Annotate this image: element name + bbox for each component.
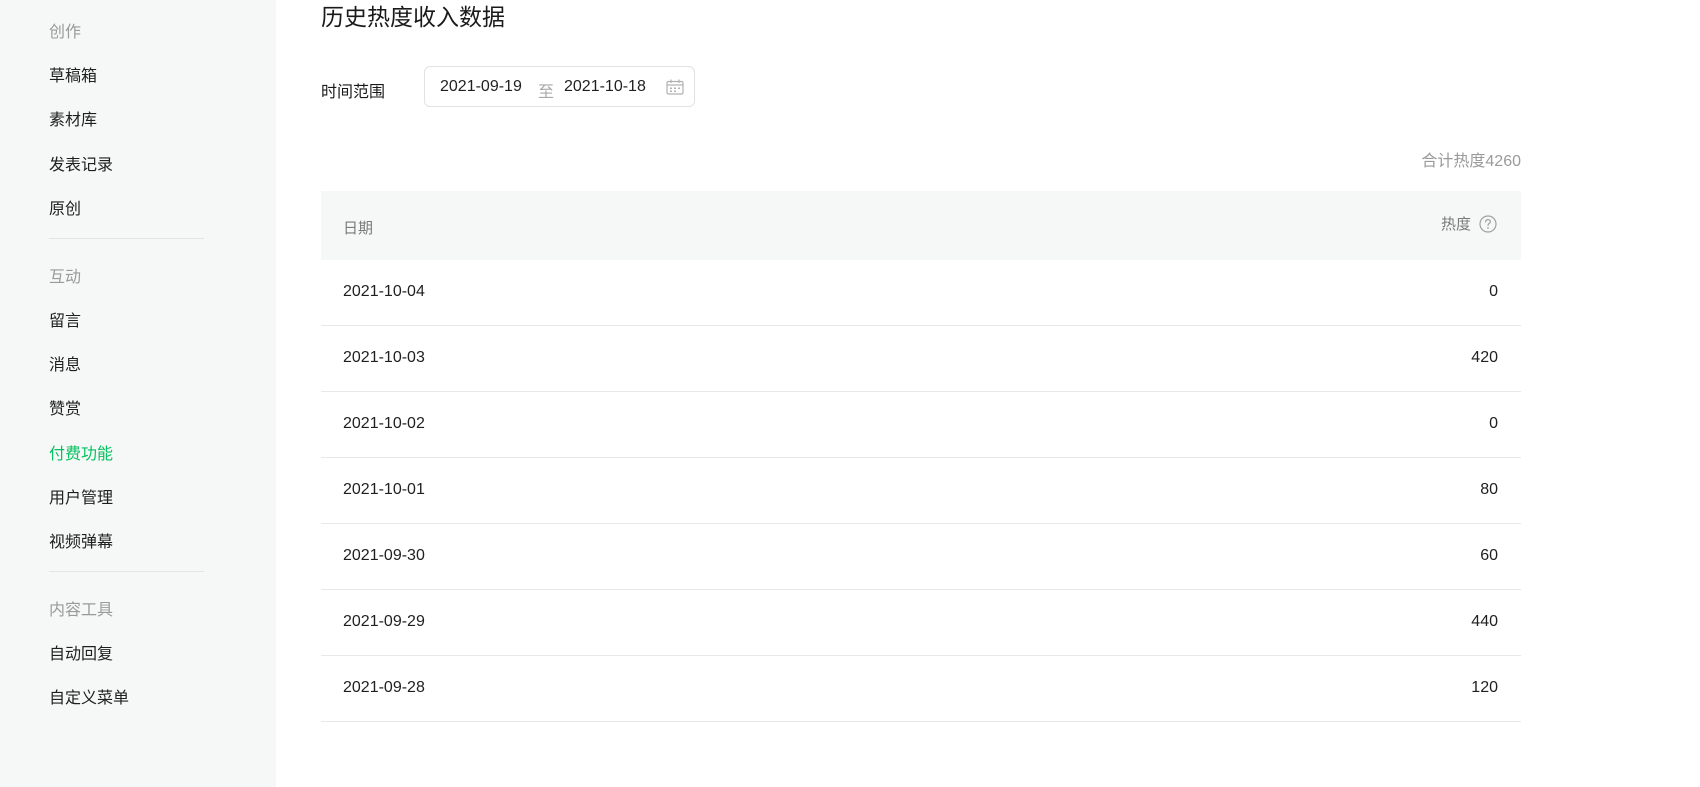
heat-table: 日期 热度 2021-10-04 0 2021-10-03 420 2021-1… (321, 191, 1521, 722)
table-row: 2021-09-30 60 (321, 524, 1521, 590)
sidebar-item-user-management[interactable]: 用户管理 (49, 484, 113, 508)
cell-date: 2021-09-30 (343, 547, 425, 564)
cell-heat: 420 (1471, 349, 1498, 366)
column-header-date: 日期 (343, 220, 374, 237)
sidebar-item-materials[interactable]: 素材库 (49, 106, 97, 130)
cell-date: 2021-10-03 (343, 349, 425, 366)
nav-divider (49, 238, 204, 239)
sidebar-item-drafts[interactable]: 草稿箱 (49, 62, 97, 86)
table-row: 2021-09-29 440 (321, 590, 1521, 656)
total-heat: 合计热度4260 (1421, 153, 1521, 170)
sidebar-item-custom-menu[interactable]: 自定义菜单 (49, 684, 129, 708)
sidebar-item-video-danmaku[interactable]: 视频弹幕 (49, 528, 113, 552)
page-title: 历史热度收入数据 (321, 4, 505, 30)
sidebar-item-comments[interactable]: 留言 (49, 307, 81, 331)
cell-heat: 120 (1471, 679, 1498, 696)
sidebar: 创作 草稿箱 素材库 发表记录 原创 互动 留言 消息 赞赏 付费功能 用户管理… (0, 0, 276, 787)
sidebar-item-original[interactable]: 原创 (49, 195, 81, 219)
sidebar-item-messages[interactable]: 消息 (49, 351, 81, 375)
right-blank-area (1568, 0, 1700, 787)
nav-group-title-interaction: 互动 (49, 269, 82, 286)
cell-date: 2021-10-02 (343, 415, 425, 432)
sidebar-item-rewards[interactable]: 赞赏 (49, 395, 81, 419)
cell-heat: 440 (1471, 613, 1498, 630)
table-header: 日期 热度 (321, 191, 1521, 260)
nav-group-title-content-tools: 内容工具 (49, 602, 114, 619)
nav-divider (49, 571, 204, 572)
column-header-heat-label: 热度 (1440, 216, 1471, 233)
help-icon[interactable] (1479, 214, 1497, 233)
range-separator: 至 (538, 84, 555, 101)
table-row: 2021-09-28 120 (321, 656, 1521, 722)
table-row: 2021-10-03 420 (321, 326, 1521, 392)
cell-date: 2021-09-28 (343, 679, 425, 696)
range-label: 时间范围 (321, 84, 386, 101)
cell-heat: 60 (1480, 547, 1498, 564)
calendar-icon[interactable] (666, 79, 684, 95)
column-header-heat: 热度 (1441, 213, 1497, 234)
sidebar-item-paid-features[interactable]: 付费功能 (49, 440, 113, 464)
cell-date: 2021-09-29 (343, 613, 425, 630)
sidebar-item-publish-records[interactable]: 发表记录 (49, 151, 113, 175)
cell-heat: 0 (1489, 283, 1498, 300)
sidebar-item-auto-reply[interactable]: 自动回复 (49, 640, 113, 664)
cell-date: 2021-10-04 (343, 283, 425, 300)
table-row: 2021-10-01 80 (321, 458, 1521, 524)
main-content: 历史热度收入数据 时间范围 2021-09-19 至 2021-10-18 合计… (276, 0, 1568, 787)
cell-date: 2021-10-01 (343, 481, 425, 498)
cell-heat: 0 (1489, 415, 1498, 432)
range-end-date[interactable]: 2021-10-18 (564, 78, 646, 96)
nav-group-title-create: 创作 (49, 24, 82, 41)
cell-heat: 80 (1480, 481, 1498, 498)
table-row: 2021-10-02 0 (321, 392, 1521, 458)
date-range-picker[interactable]: 2021-09-19 至 2021-10-18 (424, 66, 695, 107)
range-start-date[interactable]: 2021-09-19 (440, 78, 522, 96)
table-row: 2021-10-04 0 (321, 260, 1521, 326)
